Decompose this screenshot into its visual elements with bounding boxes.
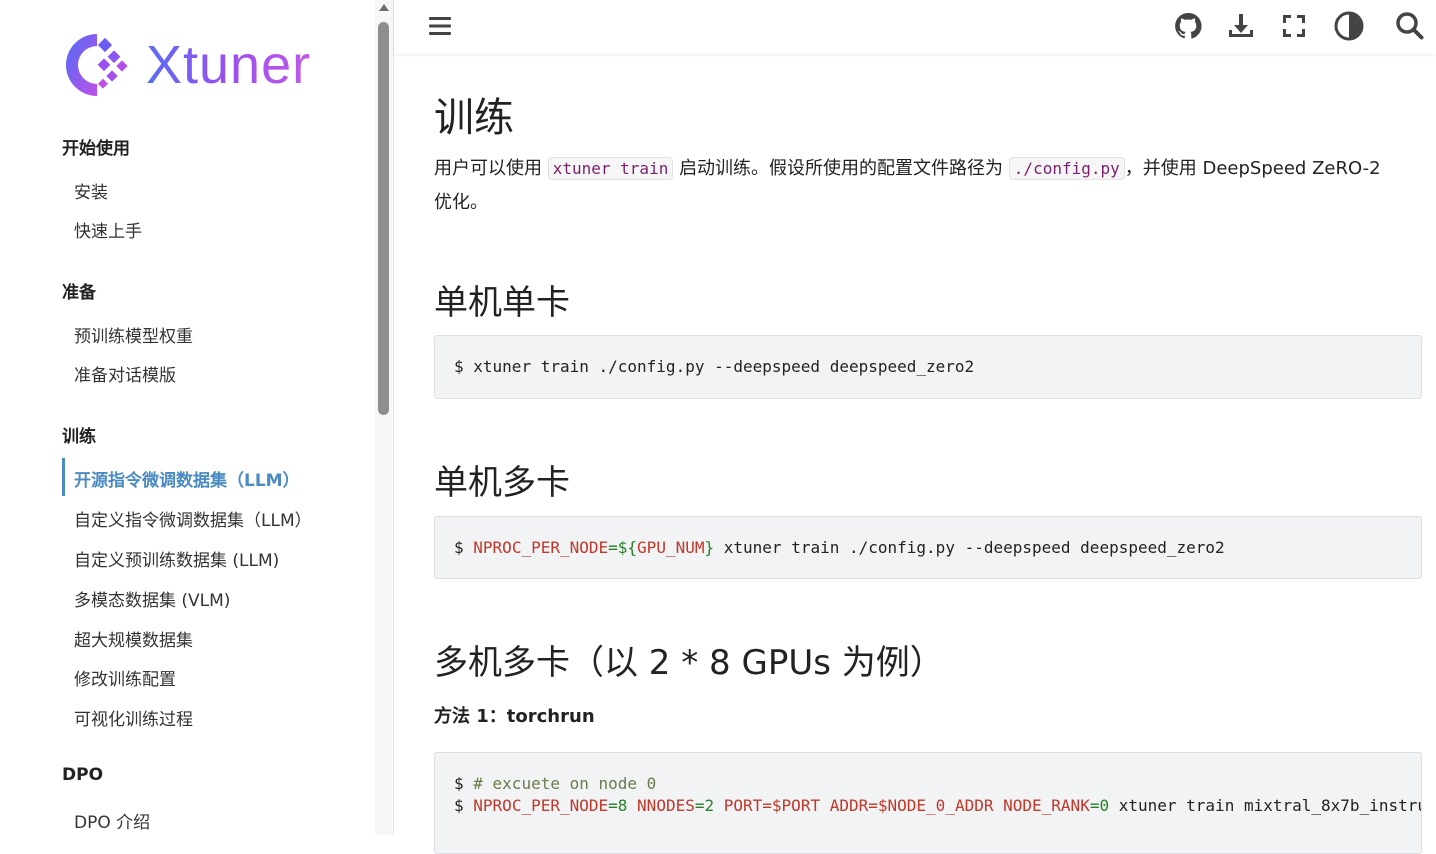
nav-section-training: 训练 — [62, 427, 96, 447]
heading-single-gpu: 单机单卡 — [434, 283, 570, 323]
code-env-var: ADDR — [829, 796, 869, 815]
heading-multi-node: 多机多卡（以 2 * 8 GPUs 为例） — [434, 643, 944, 683]
code-env-var-inner: GPU_NUM — [637, 538, 705, 557]
nav-section-getting-started: 开始使用 — [62, 139, 130, 159]
code-env-var: PORT — [723, 796, 763, 815]
search-icon[interactable] — [1394, 10, 1426, 42]
nav-item-chat-template[interactable]: 准备对话模版 — [74, 361, 176, 386]
intro-paragraph: 用户可以使用 xtuner train 启动训练。假设所使用的配置文件路径为 .… — [434, 152, 1394, 220]
code-block-torchrun[interactable]: $ # excuete on node 0 $ NPROC_PER_NODE=8… — [434, 752, 1422, 854]
page-title: 训练 — [434, 95, 514, 141]
code-env-var: NPROC_PER_NODE — [473, 796, 609, 815]
code-prompt: $ — [454, 538, 464, 557]
code-env-var: NNODES — [637, 796, 695, 815]
code-block-single-gpu[interactable]: $ xtuner train ./config.py --deepspeed d… — [434, 335, 1422, 399]
menu-icon[interactable] — [424, 10, 456, 42]
code-env-var: NPROC_PER_NODE — [473, 538, 609, 557]
intro-text-mid: 启动训练。假设所使用的配置文件路径为 — [679, 158, 1004, 179]
nav-item-large-scale-datasets[interactable]: 超大规模数据集 — [74, 626, 193, 651]
code-prompt: $ — [454, 357, 464, 376]
intro-text-prefix: 用户可以使用 — [434, 158, 542, 179]
code-env-value: =$NODE_0_ADDR — [868, 796, 994, 815]
nav-section-prepare: 准备 — [62, 283, 96, 303]
active-indicator — [62, 458, 65, 496]
inline-code-xtuner-train: xtuner train — [547, 157, 674, 180]
sidebar-scrollbar[interactable] — [375, 0, 394, 835]
code-env-value: =2 — [694, 796, 715, 815]
method-1-label: 方法 1：torchrun — [434, 706, 595, 727]
code-prompt: $ — [454, 774, 464, 793]
code-brace-open: ${ — [617, 538, 638, 557]
nav-item-custom-sft-datasets[interactable]: 自定义指令微调数据集（LLM） — [74, 506, 312, 531]
code-env-value: =8 — [608, 796, 628, 815]
scrollbar-thumb[interactable] — [378, 22, 389, 415]
inline-code-config-path: ./config.py — [1008, 157, 1125, 180]
code-brace-close: } — [704, 538, 715, 557]
code-prompt: $ — [454, 796, 464, 815]
github-icon[interactable] — [1172, 10, 1204, 42]
sidebar: Xtuner 开始使用 安装 快速上手 准备 预训练模型权重 准备对话模版 训练… — [0, 0, 375, 835]
nav-item-visualize-training[interactable]: 可视化训练过程 — [74, 705, 193, 730]
code-command: xtuner train ./config.py --deepspeed dee… — [463, 357, 975, 376]
code-env-value: =$PORT — [762, 796, 821, 815]
nav-section-dpo: DPO — [62, 765, 104, 785]
nav-item-install[interactable]: 安装 — [74, 178, 108, 203]
nav-item-dpo-intro[interactable]: DPO 介绍 — [74, 808, 150, 833]
code-env-var: NODE_RANK — [1003, 796, 1090, 815]
code-command: xtuner train mixtral_8x7b_instru — [1109, 796, 1422, 815]
xtuner-logo-icon — [65, 34, 128, 96]
code-env-value: =0 — [1089, 796, 1110, 815]
theme-toggle-icon[interactable] — [1333, 10, 1365, 42]
nav-item-multimodal-datasets[interactable]: 多模态数据集 (VLM) — [74, 586, 230, 611]
code-operator: = — [608, 538, 618, 557]
nav-item-modify-config[interactable]: 修改训练配置 — [74, 665, 176, 690]
nav-item-pretrained-weights[interactable]: 预训练模型权重 — [74, 322, 193, 347]
code-command: xtuner train ./config.py --deepspeed dee… — [714, 538, 1225, 557]
brand-name: Xtuner — [146, 35, 312, 95]
fullscreen-icon[interactable] — [1278, 10, 1310, 42]
scroll-up-arrow-icon[interactable] — [379, 4, 389, 11]
xtuner-logo[interactable]: Xtuner — [62, 30, 311, 100]
nav-item-custom-pretrain-datasets[interactable]: 自定义预训练数据集 (LLM) — [74, 546, 279, 571]
heading-multi-gpu: 单机多卡 — [434, 463, 570, 503]
top-header — [394, 0, 1436, 54]
download-icon[interactable] — [1225, 10, 1257, 42]
nav-item-open-source-datasets[interactable]: 开源指令微调数据集（LLM） — [74, 466, 300, 491]
code-block-multi-gpu[interactable]: $ NPROC_PER_NODE=${GPU_NUM} xtuner train… — [434, 516, 1422, 579]
nav-item-quickstart[interactable]: 快速上手 — [74, 217, 142, 242]
code-comment: # excuete on node 0 — [463, 774, 657, 793]
